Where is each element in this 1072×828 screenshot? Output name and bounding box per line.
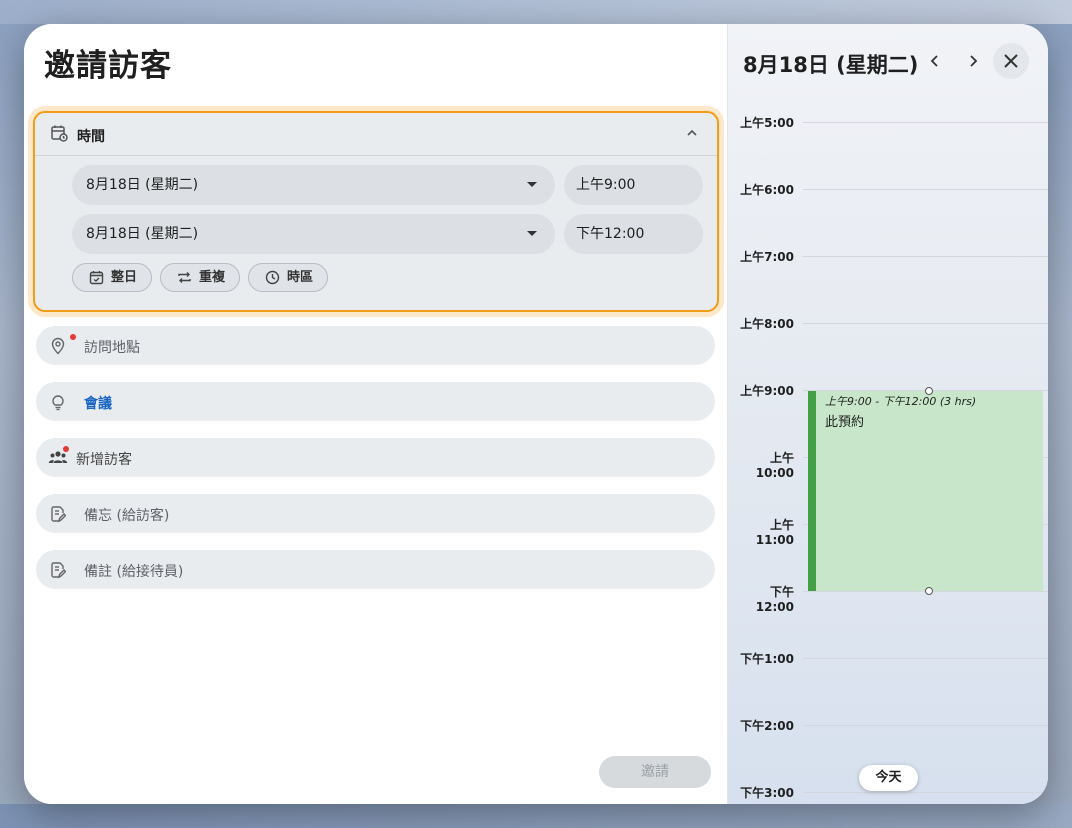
event-name: 此預約 bbox=[825, 415, 865, 430]
chevron-up-icon[interactable] bbox=[685, 125, 699, 144]
add-visitor-field[interactable]: 新增訪客 bbox=[36, 438, 715, 477]
dropdown-arrow-icon bbox=[527, 231, 537, 236]
end-time-value: 下午12:00 bbox=[576, 226, 645, 242]
hour-row: 下午2:00 bbox=[728, 719, 1048, 733]
people-icon bbox=[48, 449, 68, 469]
calendar-clock-icon bbox=[50, 124, 68, 146]
invite-visitor-dialog: 邀請訪客 時間 8月18日 (星期二) 上午9:00 8月18日 (星期二) 下… bbox=[24, 24, 1048, 804]
time-section-label: 時間 bbox=[77, 129, 105, 145]
lightbulb-icon bbox=[50, 393, 66, 415]
dialog-title: 邀請訪客 bbox=[44, 48, 172, 84]
hour-label: 上午8:00 bbox=[740, 317, 794, 331]
background-taskbar bbox=[0, 804, 1072, 828]
required-indicator bbox=[70, 334, 76, 340]
meeting-label: 會議 bbox=[84, 396, 112, 412]
event-resize-handle-bottom[interactable] bbox=[925, 587, 933, 595]
memo-visitor-placeholder: 備忘 (給訪客) bbox=[84, 508, 170, 524]
timezone-chip[interactable]: 時區 bbox=[248, 263, 328, 292]
hour-label: 上午5:00 bbox=[740, 116, 794, 130]
booking-event[interactable]: 上午9:00 - 下午12:00 (3 hrs) 此預約 bbox=[808, 391, 1043, 591]
hour-row: 下午12:00 bbox=[728, 585, 1048, 614]
add-visitor-label: 新增訪客 bbox=[76, 452, 132, 468]
memo-visitor-field[interactable]: 備忘 (給訪客) bbox=[36, 494, 715, 533]
invite-button[interactable]: 邀請 bbox=[599, 756, 711, 788]
start-date-select[interactable]: 8月18日 (星期二) bbox=[72, 165, 555, 205]
end-time-field[interactable]: 下午12:00 bbox=[564, 214, 703, 254]
timezone-label: 時區 bbox=[287, 270, 314, 285]
invite-form-panel: 邀請訪客 時間 8月18日 (星期二) 上午9:00 8月18日 (星期二) 下… bbox=[24, 24, 727, 804]
time-section: 時間 8月18日 (星期二) 上午9:00 8月18日 (星期二) 下午12:0… bbox=[33, 111, 719, 312]
dropdown-arrow-icon bbox=[527, 182, 537, 187]
repeat-label: 重複 bbox=[199, 270, 226, 285]
repeat-chip[interactable]: 重複 bbox=[160, 263, 240, 292]
time-section-header[interactable]: 時間 bbox=[35, 113, 717, 156]
calendar-date-title: 8月18日 (星期二) bbox=[743, 53, 919, 77]
hour-label: 下午1:00 bbox=[740, 652, 794, 666]
close-icon bbox=[1004, 54, 1018, 68]
day-calendar-panel: 8月18日 (星期二) 上午5:00 上午6:00 上午7:00 上午8:00 bbox=[727, 24, 1048, 804]
hour-label: 上午9:00 bbox=[740, 384, 794, 398]
memo-receptionist-field[interactable]: 備註 (給接待員) bbox=[36, 550, 715, 589]
clock-icon bbox=[265, 270, 280, 285]
end-date-select[interactable]: 8月18日 (星期二) bbox=[72, 214, 555, 254]
hour-label: 上午11:00 bbox=[755, 518, 794, 547]
hour-row: 上午6:00 bbox=[728, 183, 1048, 197]
hour-label: 下午2:00 bbox=[740, 719, 794, 733]
location-placeholder: 訪問地點 bbox=[84, 340, 140, 356]
all-day-chip[interactable]: 整日 bbox=[72, 263, 152, 292]
meeting-field[interactable]: 會議 bbox=[36, 382, 715, 421]
hour-row: 上午5:00 bbox=[728, 116, 1048, 130]
hour-label: 下午12:00 bbox=[755, 585, 794, 614]
start-date-value: 8月18日 (星期二) bbox=[86, 177, 199, 193]
memo-receptionist-placeholder: 備註 (給接待員) bbox=[84, 564, 184, 580]
location-field[interactable]: 訪問地點 bbox=[36, 326, 715, 365]
location-pin-icon bbox=[50, 337, 66, 359]
chevron-left-icon[interactable] bbox=[925, 51, 945, 71]
hour-label: 上午10:00 bbox=[755, 451, 794, 480]
background-window-strip bbox=[0, 0, 1072, 24]
start-time-field[interactable]: 上午9:00 bbox=[564, 165, 703, 205]
event-resize-handle-top[interactable] bbox=[925, 387, 933, 395]
edit-note-icon bbox=[50, 505, 67, 527]
hour-row: 下午3:00 bbox=[728, 786, 1048, 800]
event-time-range: 上午9:00 - 下午12:00 (3 hrs) bbox=[825, 395, 977, 408]
required-indicator bbox=[63, 446, 69, 452]
edit-note-icon bbox=[50, 561, 67, 583]
start-time-value: 上午9:00 bbox=[576, 177, 636, 193]
today-button[interactable]: 今天 bbox=[859, 765, 918, 791]
close-button[interactable] bbox=[993, 43, 1029, 79]
end-date-value: 8月18日 (星期二) bbox=[86, 226, 199, 242]
all-day-label: 整日 bbox=[111, 270, 138, 285]
hour-label: 上午7:00 bbox=[740, 250, 794, 264]
hour-label: 上午6:00 bbox=[740, 183, 794, 197]
hour-label: 下午3:00 bbox=[740, 786, 794, 800]
hour-row: 上午8:00 bbox=[728, 317, 1048, 331]
calendar-check-icon bbox=[89, 271, 104, 285]
chevron-right-icon[interactable] bbox=[963, 51, 983, 71]
repeat-icon bbox=[178, 272, 191, 283]
hour-row: 下午1:00 bbox=[728, 652, 1048, 666]
hour-row: 上午7:00 bbox=[728, 250, 1048, 264]
